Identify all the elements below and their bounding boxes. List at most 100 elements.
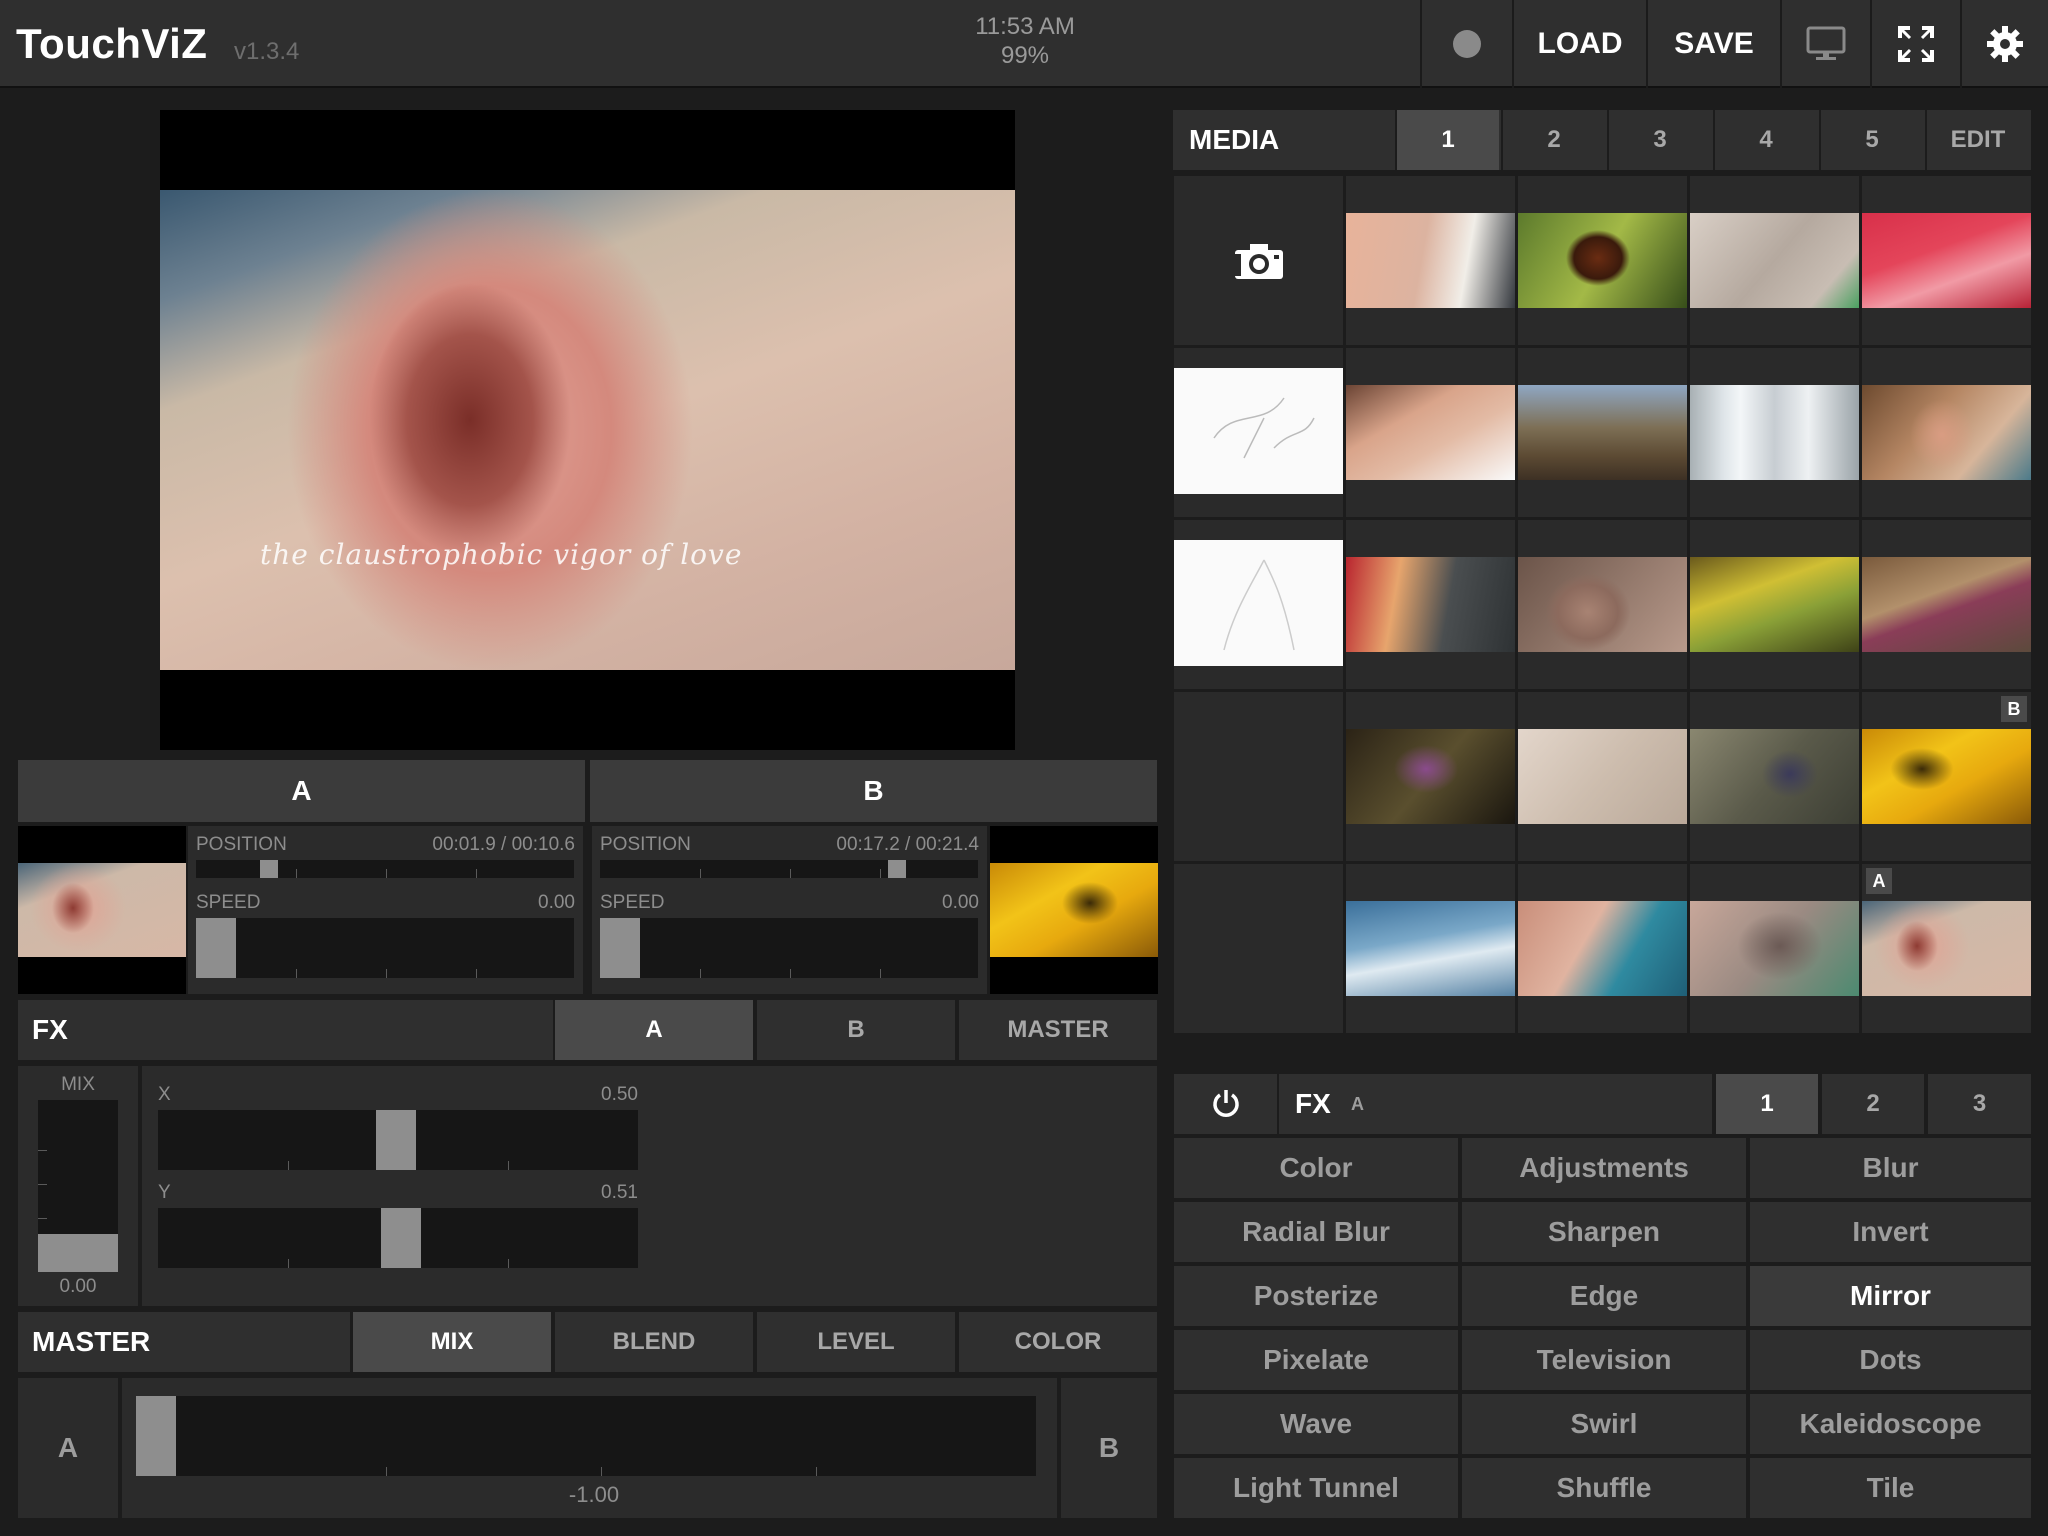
media-clip[interactable] bbox=[1690, 348, 1859, 517]
media-clip[interactable] bbox=[1518, 176, 1687, 345]
fx-x-slider[interactable] bbox=[158, 1110, 638, 1170]
camera-source-button[interactable] bbox=[1174, 176, 1343, 345]
settings-button[interactable] bbox=[1960, 0, 2048, 88]
media-clip[interactable] bbox=[1518, 348, 1687, 517]
deck-b-speed-knob[interactable] bbox=[600, 918, 640, 978]
record-button[interactable] bbox=[1420, 0, 1512, 88]
media-clip[interactable] bbox=[1346, 176, 1515, 345]
deck-a-thumbnail[interactable] bbox=[18, 826, 186, 994]
fx-mix-slider[interactable] bbox=[38, 1100, 118, 1272]
fx-effect-button[interactable]: Pixelate bbox=[1174, 1330, 1458, 1390]
fx-effect-button[interactable]: Adjustments bbox=[1462, 1138, 1746, 1198]
deck-b-controls: POSITION 00:17.2 / 00:21.4 SPEED 0.00 bbox=[592, 826, 987, 994]
media-clip[interactable] bbox=[1346, 520, 1515, 689]
sketch-source-1[interactable] bbox=[1174, 348, 1343, 517]
fx-bank-tab-1[interactable]: 1 bbox=[1714, 1074, 1818, 1134]
fx-tab-b[interactable]: B bbox=[755, 1000, 955, 1060]
save-button[interactable]: SAVE bbox=[1646, 0, 1780, 88]
fx-y-slider[interactable] bbox=[158, 1208, 638, 1268]
media-clip-deck-b[interactable]: B bbox=[1862, 692, 2031, 861]
deck-a-position-slider[interactable] bbox=[196, 860, 574, 878]
deck-a-header[interactable]: A bbox=[18, 760, 585, 822]
deck-a-position-label: POSITION bbox=[196, 834, 287, 855]
media-clip[interactable] bbox=[1690, 520, 1859, 689]
media-clip[interactable] bbox=[1862, 520, 2031, 689]
media-clip[interactable] bbox=[1690, 176, 1859, 345]
fx-effect-button[interactable]: Swirl bbox=[1462, 1394, 1746, 1454]
fx-effect-button[interactable]: Color bbox=[1174, 1138, 1458, 1198]
media-clip[interactable] bbox=[1862, 176, 2031, 345]
media-edit-button[interactable]: EDIT bbox=[1925, 110, 2029, 170]
preview-frame: the claustrophobic vigor of love bbox=[160, 190, 1015, 670]
master-value: -1.00 bbox=[568, 1482, 620, 1507]
master-crossfader-panel: -1.00 bbox=[122, 1378, 1057, 1518]
fx-effect-button[interactable]: Dots bbox=[1750, 1330, 2031, 1390]
deck-b-position-slider[interactable] bbox=[600, 860, 978, 878]
fx-x-knob[interactable] bbox=[376, 1110, 416, 1170]
media-tab-3[interactable]: 3 bbox=[1607, 110, 1711, 170]
master-crossfader[interactable] bbox=[136, 1396, 1036, 1476]
empty-source-slot[interactable] bbox=[1174, 692, 1343, 861]
media-clip[interactable] bbox=[1346, 692, 1515, 861]
fx-tab-master[interactable]: MASTER bbox=[957, 1000, 1157, 1060]
power-icon bbox=[1212, 1090, 1239, 1117]
media-clip[interactable] bbox=[1346, 864, 1515, 1033]
deck-b-speed-slider[interactable] bbox=[600, 918, 978, 978]
deck-a-speed-knob[interactable] bbox=[196, 918, 236, 978]
fx-effect-button[interactable]: Invert bbox=[1750, 1202, 2031, 1262]
preview-caption: the claustrophobic vigor of love bbox=[260, 538, 743, 571]
fx-effect-button[interactable]: Sharpen bbox=[1462, 1202, 1746, 1262]
fx-power-button[interactable] bbox=[1174, 1074, 1277, 1134]
fx-y-knob[interactable] bbox=[381, 1208, 421, 1268]
media-clip[interactable] bbox=[1690, 864, 1859, 1033]
fx-effect-button[interactable]: Wave bbox=[1174, 1394, 1458, 1454]
fx-effect-button[interactable]: Shuffle bbox=[1462, 1458, 1746, 1518]
deck-b-header[interactable]: B bbox=[590, 760, 1157, 822]
gear-icon bbox=[1987, 26, 2023, 62]
media-clip[interactable] bbox=[1518, 864, 1687, 1033]
media-clip[interactable] bbox=[1690, 692, 1859, 861]
fx-effect-button[interactable]: Light Tunnel bbox=[1174, 1458, 1458, 1518]
fx-bank-tab-3[interactable]: 3 bbox=[1926, 1074, 2031, 1134]
deck-a-position-knob[interactable] bbox=[260, 860, 278, 878]
media-tab-4[interactable]: 4 bbox=[1713, 110, 1817, 170]
master-crossfader-knob[interactable] bbox=[136, 1396, 176, 1476]
master-tab-color[interactable]: COLOR bbox=[957, 1312, 1157, 1372]
media-tab-1[interactable]: 1 bbox=[1395, 110, 1499, 170]
fx-effect-button[interactable]: Television bbox=[1462, 1330, 1746, 1390]
fx-x-label: X bbox=[158, 1084, 171, 1105]
fx-effect-button[interactable]: Blur bbox=[1750, 1138, 2031, 1198]
fx-mix-knob[interactable] bbox=[38, 1234, 118, 1272]
external-display-button[interactable] bbox=[1780, 0, 1870, 88]
master-a-label: A bbox=[18, 1378, 118, 1518]
media-clip[interactable] bbox=[1518, 692, 1687, 861]
media-clip[interactable] bbox=[1518, 520, 1687, 689]
fx-effect-button[interactable]: Edge bbox=[1462, 1266, 1746, 1326]
media-tab-5[interactable]: 5 bbox=[1819, 110, 1923, 170]
fx-mix-value: 0.00 bbox=[59, 1276, 97, 1297]
master-tab-level[interactable]: LEVEL bbox=[755, 1312, 955, 1372]
media-clip[interactable] bbox=[1862, 348, 2031, 517]
deck-a-speed-slider[interactable] bbox=[196, 918, 574, 978]
fullscreen-button[interactable] bbox=[1870, 0, 1960, 88]
load-button[interactable]: LOAD bbox=[1512, 0, 1646, 88]
fx-effect-button[interactable]: Kaleidoscope bbox=[1750, 1394, 2031, 1454]
media-clip-deck-a[interactable]: A bbox=[1862, 864, 2031, 1033]
fx-bank-tab-2[interactable]: 2 bbox=[1820, 1074, 1924, 1134]
fx-effect-button[interactable]: Posterize bbox=[1174, 1266, 1458, 1326]
master-tab-mix[interactable]: MIX bbox=[351, 1312, 551, 1372]
master-tab-blend[interactable]: BLEND bbox=[553, 1312, 753, 1372]
deck-b-position-knob[interactable] bbox=[888, 860, 906, 878]
fx-tab-a[interactable]: A bbox=[553, 1000, 753, 1060]
media-tab-2[interactable]: 2 bbox=[1501, 110, 1605, 170]
deck-b-thumbnail[interactable] bbox=[990, 826, 1158, 994]
fx-effect-button-selected[interactable]: Mirror bbox=[1750, 1266, 2031, 1326]
fx-effect-button[interactable]: Tile bbox=[1750, 1458, 2031, 1518]
top-bar: TouchViZ v1.3.4 11:53 AM 99% LOAD SAVE bbox=[0, 0, 2048, 88]
media-clip[interactable] bbox=[1346, 348, 1515, 517]
fx-effect-button[interactable]: Radial Blur bbox=[1174, 1202, 1458, 1262]
empty-source-slot[interactable] bbox=[1174, 864, 1343, 1033]
deck-b-position-value: 00:17.2 / 00:21.4 bbox=[836, 834, 979, 855]
sketch-source-2[interactable] bbox=[1174, 520, 1343, 689]
media-header: MEDIA 1 2 3 4 5 EDIT bbox=[1173, 110, 2031, 170]
